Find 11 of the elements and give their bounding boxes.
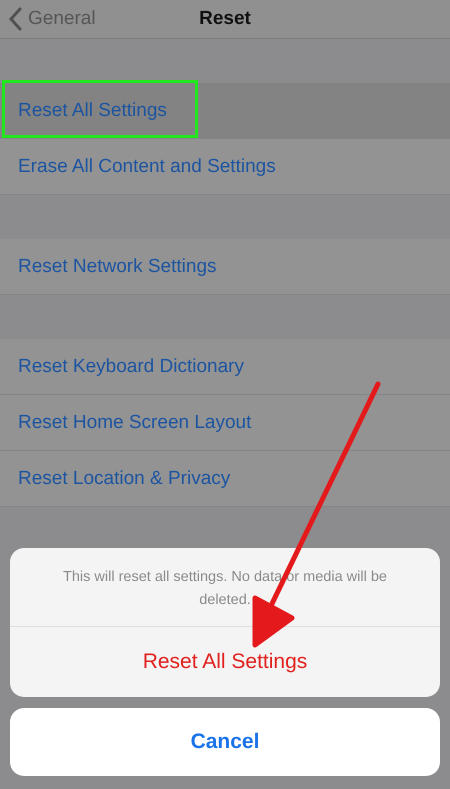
- chevron-left-icon: [8, 7, 22, 31]
- settings-row[interactable]: Erase All Content and Settings: [0, 139, 450, 195]
- back-button[interactable]: General: [0, 7, 96, 31]
- settings-row[interactable]: Reset Network Settings: [0, 239, 450, 295]
- settings-row[interactable]: Reset Location & Privacy: [0, 451, 450, 507]
- cancel-button[interactable]: Cancel: [10, 708, 440, 776]
- settings-row[interactable]: Reset All Settings: [0, 83, 450, 139]
- screen-title: Reset: [199, 8, 251, 30]
- reset-button[interactable]: Reset All Settings: [10, 627, 440, 698]
- settings-row[interactable]: Reset Home Screen Layout: [0, 395, 450, 451]
- settings-row[interactable]: Reset Keyboard Dictionary: [0, 339, 450, 395]
